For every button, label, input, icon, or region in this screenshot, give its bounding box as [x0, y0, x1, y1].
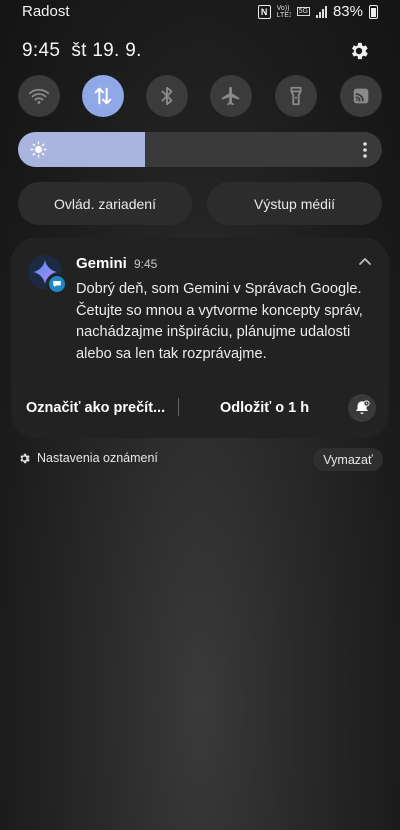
data-transfer-icon	[94, 87, 112, 105]
toggle-bluetooth[interactable]	[146, 75, 188, 117]
notification-body: Dobrý deň, som Gemini v Správach Google.…	[76, 281, 363, 362]
notification-bell-button[interactable]	[348, 394, 376, 422]
gear-icon	[20, 453, 30, 463]
flashlight-icon	[290, 86, 302, 106]
notification-card[interactable]: Gemini 9:45 Dobrý deň, som Gemini v Sprá…	[11, 238, 389, 438]
network-type-icon: 5G	[296, 7, 310, 16]
nfc-icon: N	[257, 4, 271, 19]
device-control-button[interactable]: Ovlád. zariadení	[18, 182, 192, 225]
snooze-button[interactable]: Odložiť o 1 h	[220, 400, 309, 416]
clock: 9:45	[22, 40, 61, 61]
clock-date: 9:45 št 19. 9.	[22, 40, 142, 62]
media-output-button[interactable]: Výstup médií	[207, 182, 382, 225]
sun-icon	[30, 141, 47, 158]
notification-time: 9:45	[134, 257, 158, 271]
action-divider	[178, 398, 179, 416]
notification-settings-label: Nastavenia oznámení	[37, 451, 158, 465]
wifi-icon	[28, 88, 50, 104]
notification-settings-link[interactable]: Nastavenia oznámení	[18, 451, 158, 465]
toggle-airplane[interactable]	[210, 75, 252, 117]
bluetooth-icon	[161, 86, 173, 106]
carrier-name: Radost	[22, 3, 70, 20]
toggle-wifi[interactable]	[18, 75, 60, 117]
chat-bubble-icon	[53, 281, 61, 287]
battery-percent: 83%	[332, 3, 363, 20]
toggle-cast[interactable]	[340, 75, 382, 117]
status-icons: N Vo)) LTE1 5G 83%	[257, 3, 378, 20]
brightness-slider[interactable]	[18, 132, 382, 167]
bell-icon	[356, 400, 370, 414]
settings-gear-icon[interactable]	[348, 40, 370, 62]
volte-icon: Vo)) LTE1	[276, 4, 291, 19]
signal-icon	[315, 5, 327, 18]
clear-all-button[interactable]: Vymazať	[313, 448, 383, 471]
toggle-flashlight[interactable]	[275, 75, 317, 117]
notification-app-name: Gemini	[76, 255, 127, 272]
cast-icon	[353, 88, 369, 104]
mark-as-read-button[interactable]: Označiť ako prečít...	[26, 400, 165, 416]
status-bar: Radost N Vo)) LTE1 5G 83%	[0, 0, 400, 26]
airplane-icon	[221, 86, 240, 106]
toggle-mobile-data[interactable]	[82, 75, 124, 117]
battery-icon	[369, 4, 378, 19]
date: št 19. 9.	[71, 40, 142, 61]
collapse-chevron-icon[interactable]	[357, 255, 373, 269]
messages-badge-icon	[47, 274, 67, 294]
more-vert-icon[interactable]	[362, 141, 368, 159]
